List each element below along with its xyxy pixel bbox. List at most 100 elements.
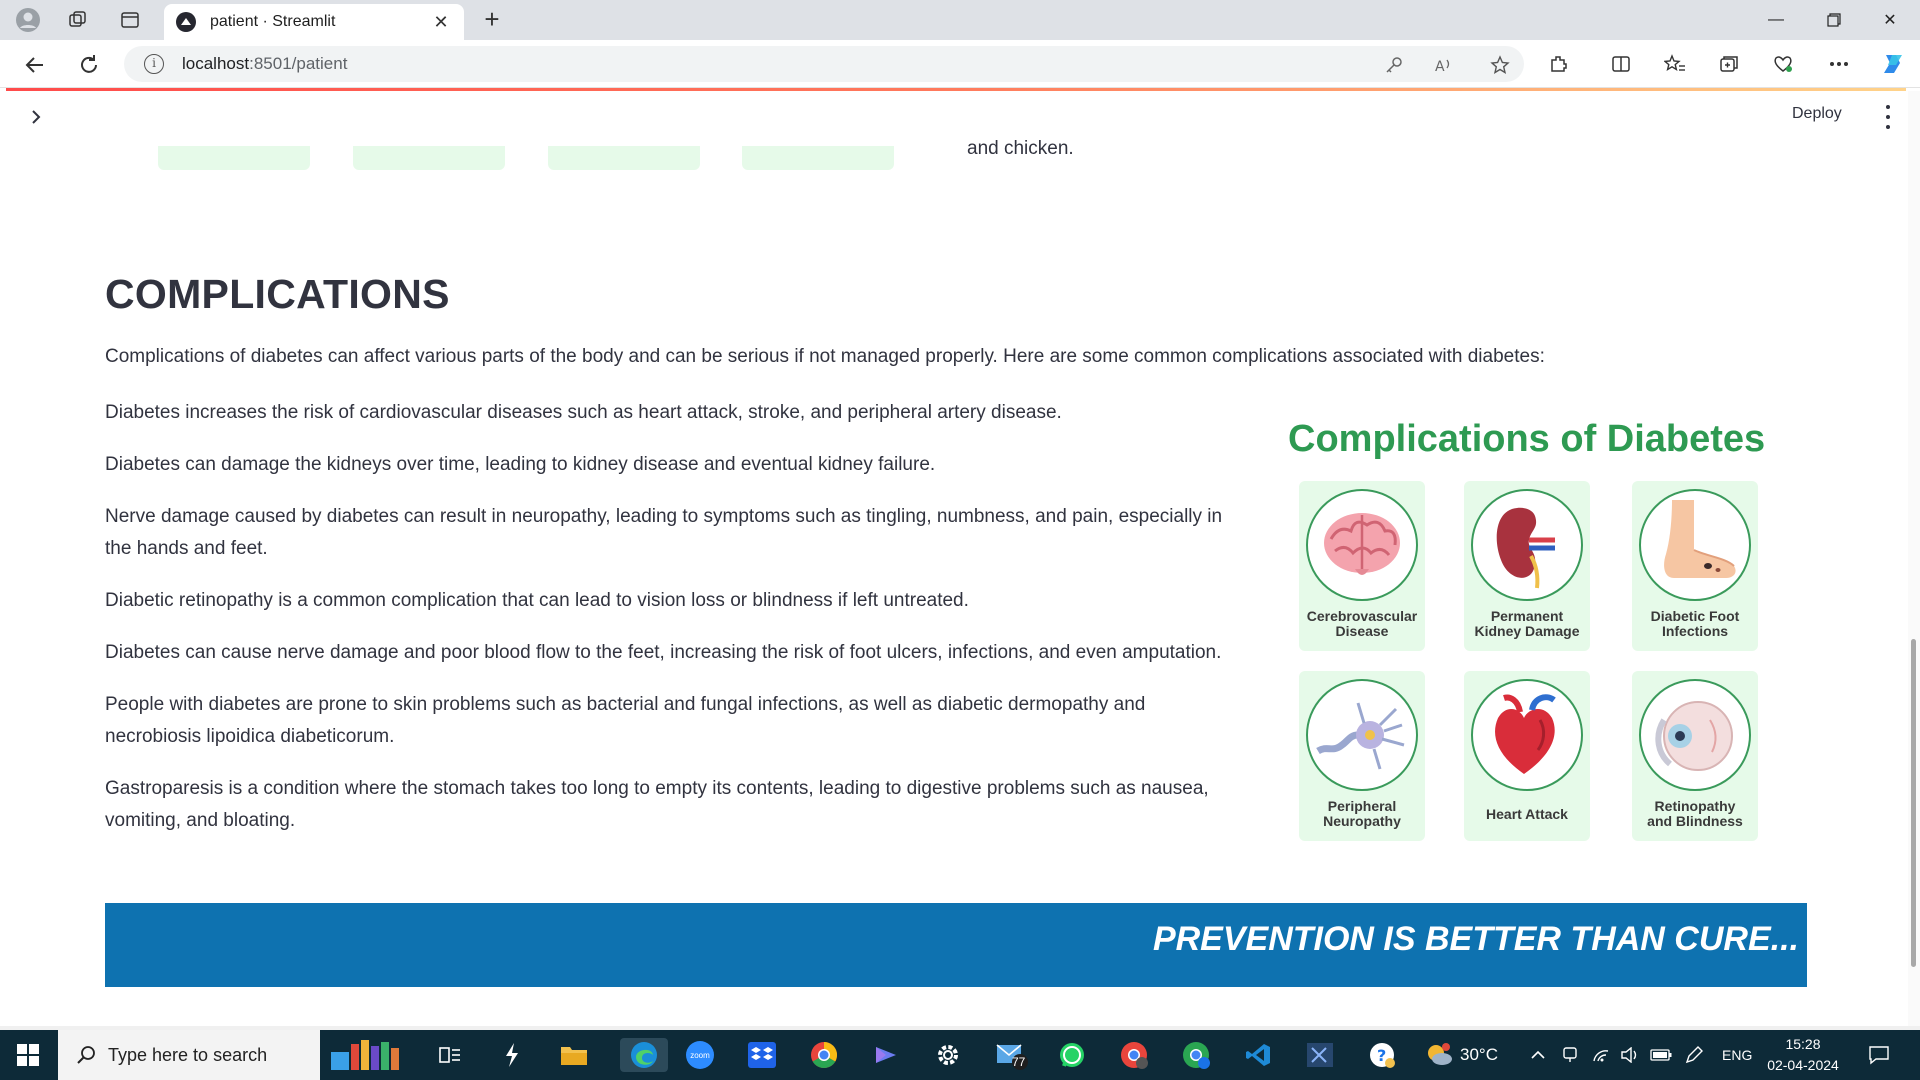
- food-card: [158, 146, 310, 170]
- pen-icon[interactable]: [1684, 1030, 1704, 1080]
- read-aloud-icon[interactable]: A: [1432, 54, 1456, 76]
- neuron-icon: [1306, 679, 1418, 791]
- weather-widget[interactable]: 30°C: [1424, 1030, 1498, 1080]
- tray-overflow-chevron-icon[interactable]: [1530, 1030, 1546, 1080]
- complication-tile: Retinopathy and Blindness: [1632, 671, 1758, 841]
- brain-icon: [1306, 489, 1418, 601]
- tile-caption: Peripheral Neuropathy: [1323, 798, 1401, 829]
- url-path: :8501/patient: [249, 54, 348, 73]
- tile-caption: Permanent Kidney Damage: [1474, 608, 1580, 639]
- extensions-icon[interactable]: [1544, 50, 1574, 78]
- search-icon: [77, 1046, 95, 1064]
- weather-sun-cloud-icon: [1428, 1043, 1452, 1065]
- file-explorer-icon[interactable]: [556, 1038, 592, 1072]
- close-window-button[interactable]: ✕: [1862, 0, 1918, 40]
- food-card: [353, 146, 505, 170]
- mail-icon[interactable]: 77: [992, 1038, 1034, 1072]
- snipping-tool-icon[interactable]: [1302, 1038, 1338, 1072]
- vscode-icon[interactable]: [1240, 1038, 1276, 1072]
- settings-more-icon[interactable]: [1824, 50, 1854, 78]
- meet-now-icon[interactable]: [1562, 1030, 1578, 1080]
- heart-icon: [1471, 679, 1583, 791]
- complication-paragraph: Diabetic retinopathy is a common complic…: [105, 590, 969, 611]
- chrome-profile-b-icon[interactable]: [1178, 1038, 1214, 1072]
- tile-caption: Retinopathy and Blindness: [1647, 798, 1743, 829]
- tab-close-icon[interactable]: ✕: [430, 12, 452, 33]
- profile-icon[interactable]: [12, 6, 44, 34]
- scrollbar-thumb[interactable]: [1911, 639, 1916, 967]
- browser-tab-strip: patient · Streamlit ✕ + — ✕: [0, 0, 1920, 40]
- notifications-icon[interactable]: [1868, 1030, 1890, 1080]
- browser-tab-active[interactable]: patient · Streamlit ✕: [164, 4, 464, 40]
- streamlit-app: Deploy and chicken. COMPLICATIONS Compli…: [6, 91, 1908, 1026]
- weather-temp: 30°C: [1460, 1045, 1498, 1064]
- books-widget-icon[interactable]: [322, 1038, 418, 1072]
- wifi-icon[interactable]: [1592, 1030, 1610, 1080]
- dropbox-icon[interactable]: [744, 1038, 780, 1072]
- tile-caption: Heart Attack: [1486, 806, 1568, 822]
- password-key-icon[interactable]: [1382, 54, 1406, 76]
- split-screen-icon[interactable]: [1606, 50, 1636, 78]
- url-host: localhost: [182, 54, 250, 73]
- collections-icon[interactable]: [1714, 50, 1744, 78]
- edge-taskbar-icon[interactable]: [620, 1038, 668, 1072]
- minimize-button[interactable]: —: [1748, 0, 1804, 40]
- copilot-taskbar-icon[interactable]: [868, 1038, 904, 1072]
- taskbar-clock[interactable]: 15:28 02-04-2024: [1766, 1034, 1840, 1076]
- power-automate-icon[interactable]: [494, 1038, 530, 1072]
- vertical-tabs-icon[interactable]: [114, 6, 146, 34]
- sidebar-expand-chevron-icon[interactable]: [26, 107, 50, 131]
- svg-text:A: A: [1435, 59, 1445, 74]
- previous-section-text: and chicken.: [967, 138, 1074, 159]
- complication-tile: Heart Attack: [1464, 671, 1590, 841]
- chrome-profile-a-icon[interactable]: [1116, 1038, 1152, 1072]
- address-bar: i localhost:8501/patient A: [0, 40, 1920, 88]
- svg-text:?: ?: [1377, 1046, 1386, 1065]
- food-card: [742, 146, 894, 170]
- url-field[interactable]: i localhost:8501/patient A: [124, 46, 1524, 82]
- volume-icon[interactable]: [1620, 1030, 1640, 1080]
- whatsapp-icon[interactable]: [1054, 1038, 1090, 1072]
- streamlit-favicon-icon: [176, 12, 196, 32]
- complication-tile: Cerebrovascular Disease: [1299, 481, 1425, 651]
- complication-paragraph: Nerve damage caused by diabetes can resu…: [105, 506, 1223, 559]
- taskbar-search-input[interactable]: Type here to search: [58, 1030, 320, 1080]
- zoom-icon[interactable]: zoom: [682, 1038, 718, 1072]
- task-view-icon[interactable]: [432, 1038, 468, 1072]
- favorite-star-icon[interactable]: [1488, 54, 1512, 76]
- section-heading: COMPLICATIONS: [105, 271, 450, 317]
- workspaces-icon[interactable]: [62, 6, 94, 34]
- battery-icon[interactable]: [1650, 1030, 1672, 1080]
- tile-caption: Diabetic Foot Infections: [1650, 608, 1740, 639]
- deploy-button[interactable]: Deploy: [1792, 105, 1842, 123]
- windows-taskbar: Type here to search zoom 77 ? 30°C ENG 1…: [0, 1030, 1920, 1080]
- complication-tile: Permanent Kidney Damage: [1464, 481, 1590, 651]
- tab-title: patient · Streamlit: [210, 13, 336, 30]
- start-windows-icon[interactable]: [0, 1030, 56, 1080]
- banner-text: PREVENTION IS BETTER THAN CURE...: [1152, 920, 1799, 958]
- main-menu-icon[interactable]: [1884, 105, 1892, 129]
- eye-icon: [1639, 679, 1751, 791]
- search-placeholder: Type here to search: [108, 1044, 268, 1065]
- complication-paragraph: Diabetes can damage the kidneys over tim…: [105, 454, 936, 475]
- favorites-icon[interactable]: [1660, 50, 1690, 78]
- complication-paragraph: Diabetes can cause nerve damage and poor…: [105, 642, 1222, 663]
- page-scrollbar[interactable]: [1908, 91, 1920, 1026]
- back-button[interactable]: [20, 50, 50, 80]
- restore-button[interactable]: [1806, 0, 1862, 40]
- food-card: [548, 146, 700, 170]
- complication-paragraph: Gastroparesis is a condition where the s…: [105, 778, 1209, 831]
- complication-paragraph: People with diabetes are prone to skin p…: [105, 694, 1146, 747]
- browser-essentials-icon[interactable]: [1768, 50, 1798, 78]
- chrome-icon[interactable]: [806, 1038, 842, 1072]
- copilot-icon[interactable]: [1878, 50, 1908, 78]
- help-icon[interactable]: ?: [1364, 1038, 1400, 1072]
- new-tab-button[interactable]: +: [478, 6, 506, 34]
- settings-gear-icon[interactable]: [930, 1038, 966, 1072]
- site-info-icon[interactable]: i: [144, 54, 164, 74]
- refresh-button[interactable]: [74, 50, 104, 80]
- mail-badge: 77: [1012, 1055, 1026, 1069]
- foot-icon: [1639, 489, 1751, 601]
- intro-text: Complications of diabetes can affect var…: [105, 346, 1545, 367]
- language-indicator[interactable]: ENG: [1722, 1030, 1752, 1080]
